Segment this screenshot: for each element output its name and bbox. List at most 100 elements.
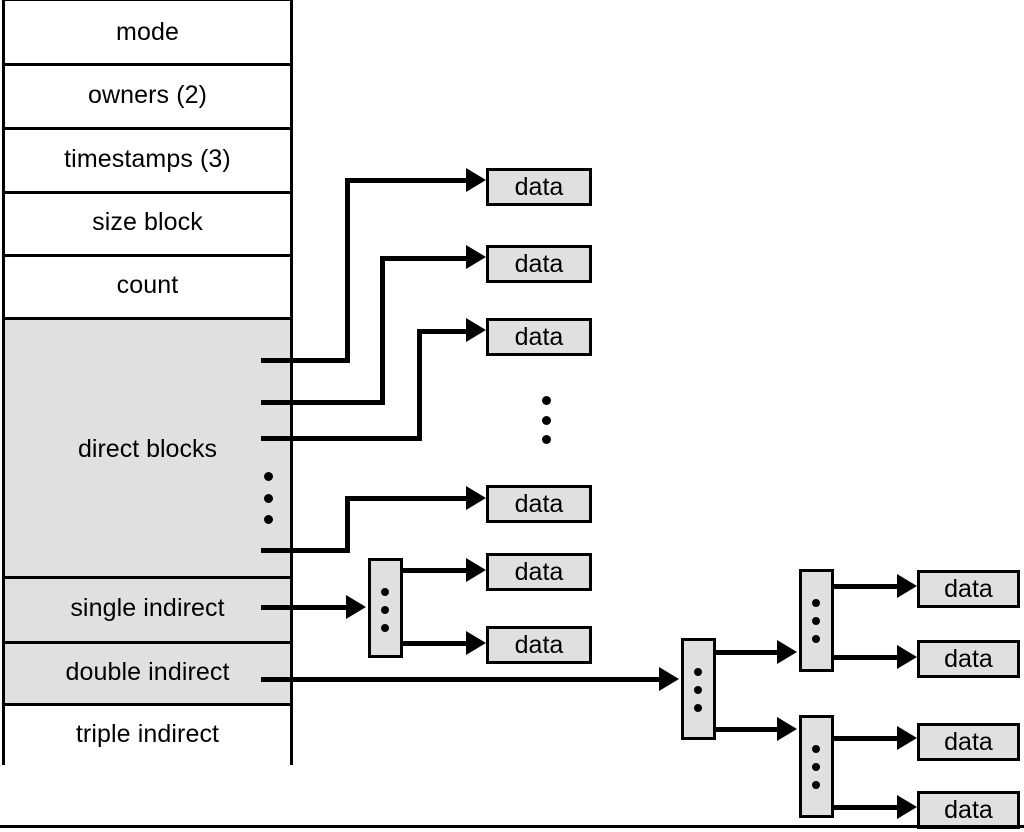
sub-block-bottom-ellipsis: [809, 745, 822, 789]
inode-field-label: direct blocks: [78, 435, 217, 463]
inode-structure: mode owners (2) timestamps (3) size block co…: [2, 0, 293, 766]
inode-field-label: size block: [92, 208, 203, 236]
inode-row-divider: [5, 63, 290, 66]
inode-field-label: owners (2): [87, 80, 208, 109]
sub-block-top-ellipsis: [809, 599, 822, 643]
ellipsis-dot: [541, 415, 551, 425]
direct-3-stub: [261, 436, 419, 441]
inode-field-label: timestamps (3): [64, 144, 231, 173]
double-indirect-index-ellipsis: [691, 668, 704, 712]
ellipsis-dot: [811, 781, 820, 789]
ellipsis-dot: [380, 588, 389, 596]
data-block-label: data: [514, 172, 564, 201]
data-block-label: data: [944, 644, 993, 673]
direct-2-to-data: [380, 256, 475, 261]
inode-field-double-indirect: double indirect: [5, 641, 290, 703]
direct-1-riser: [345, 178, 350, 363]
inode-field-triple-indirect: triple indirect: [5, 703, 290, 766]
arrow-single-index: [346, 595, 366, 619]
inode-field-owners-: owners (2): [5, 63, 290, 127]
data-block-label: data: [944, 795, 993, 824]
direct-1-stub: [261, 358, 345, 363]
data-block-label: data: [514, 630, 564, 659]
ellipsis-dot: [811, 635, 820, 643]
arrow-direct-data-2: [466, 245, 486, 269]
direct-1-to-data: [345, 178, 475, 183]
inode-field-timestamps-: timestamps (3): [5, 127, 290, 191]
inode-row-divider: [5, 317, 290, 320]
ellipsis-dot: [811, 599, 820, 607]
data-block-label: data: [944, 574, 993, 603]
direct-data-2: data: [486, 245, 592, 283]
double-indirect-stub: [261, 677, 661, 682]
inode-field-label: count: [116, 271, 179, 299]
data-block-label: data: [514, 489, 564, 518]
double-indirect-data-2: data: [917, 640, 1020, 678]
inode-field-direct-blocks: direct blocks: [5, 317, 290, 576]
ellipsis-dot: [380, 606, 389, 614]
inode-row-divider: [5, 127, 290, 130]
data-block-label: data: [514, 249, 564, 278]
ellipsis-dot: [541, 396, 551, 405]
single-indirect-index-ellipsis: [378, 588, 391, 632]
ellipsis-dot: [380, 624, 389, 632]
data-block-label: data: [944, 727, 993, 756]
inode-field-size-block: size block: [5, 191, 290, 254]
inode-field-count: count: [5, 254, 290, 317]
direct-data-3: data: [486, 318, 592, 356]
inode-row-divider: [5, 576, 290, 579]
inode-field-label: triple indirect: [75, 720, 220, 748]
arrow-direct-data-1: [466, 168, 486, 192]
ellipsis-dot: [263, 493, 273, 503]
direct-last-stub: [261, 548, 345, 553]
arrow-single-data-1: [466, 558, 486, 582]
single-indirect-data-2: data: [486, 626, 592, 664]
ellipsis-dot: [263, 472, 273, 481]
direct-data-last: data: [486, 485, 592, 523]
arrow-direct-data-3: [466, 318, 486, 342]
bottom-rule: [0, 825, 1024, 828]
ellipsis-dot: [541, 435, 551, 444]
inode-field-mode: mode: [5, 1, 290, 63]
direct-3-riser: [417, 329, 422, 441]
ellipsis-dot: [693, 704, 702, 712]
direct-last-riser: [345, 496, 350, 553]
arrow-dbl-data-4: [897, 795, 917, 819]
direct-last-to-data: [345, 496, 475, 501]
inode-diagram-canvas: mode owners (2) timestamps (3) size block co…: [0, 0, 1024, 832]
inode-row-divider: [5, 191, 290, 194]
arrow-single-data-2: [466, 631, 486, 655]
inode-field-label: single indirect: [70, 594, 225, 622]
ellipsis-dot: [811, 617, 820, 625]
arrow-dbl-data-2: [897, 645, 917, 669]
ellipsis-dot: [811, 763, 820, 771]
direct-2-riser: [380, 256, 385, 405]
data-blocks-ellipsis: [539, 396, 553, 444]
direct-data-1: data: [486, 168, 592, 206]
arrow-dbl-data-1: [897, 574, 917, 598]
inode-direct-blocks-ellipsis: [261, 472, 275, 524]
double-indirect-data-4: data: [917, 791, 1020, 829]
arrow-sub-top: [777, 640, 797, 664]
inode-row-divider: [5, 641, 290, 644]
ellipsis-dot: [811, 745, 820, 753]
data-block-label: data: [514, 322, 564, 351]
ellipsis-dot: [263, 515, 273, 524]
ellipsis-dot: [693, 668, 702, 676]
direct-2-stub: [261, 400, 383, 405]
inode-field-single-indirect: single indirect: [5, 576, 290, 641]
inode-row-divider: [5, 703, 290, 706]
inode-field-label: mode: [116, 17, 179, 46]
arrow-double-index: [659, 667, 679, 691]
inode-row-divider: [5, 254, 290, 257]
double-indirect-data-3: data: [917, 723, 1020, 761]
arrow-sub-bottom: [777, 717, 797, 741]
inode-field-label: double indirect: [65, 657, 230, 686]
arrow-dbl-data-3: [897, 726, 917, 750]
single-indirect-data-1: data: [486, 553, 592, 591]
arrow-direct-data-4: [466, 486, 486, 510]
single-indirect-stub: [261, 605, 353, 610]
data-block-label: data: [514, 557, 564, 586]
ellipsis-dot: [693, 686, 702, 694]
double-indirect-data-1: data: [917, 570, 1020, 608]
